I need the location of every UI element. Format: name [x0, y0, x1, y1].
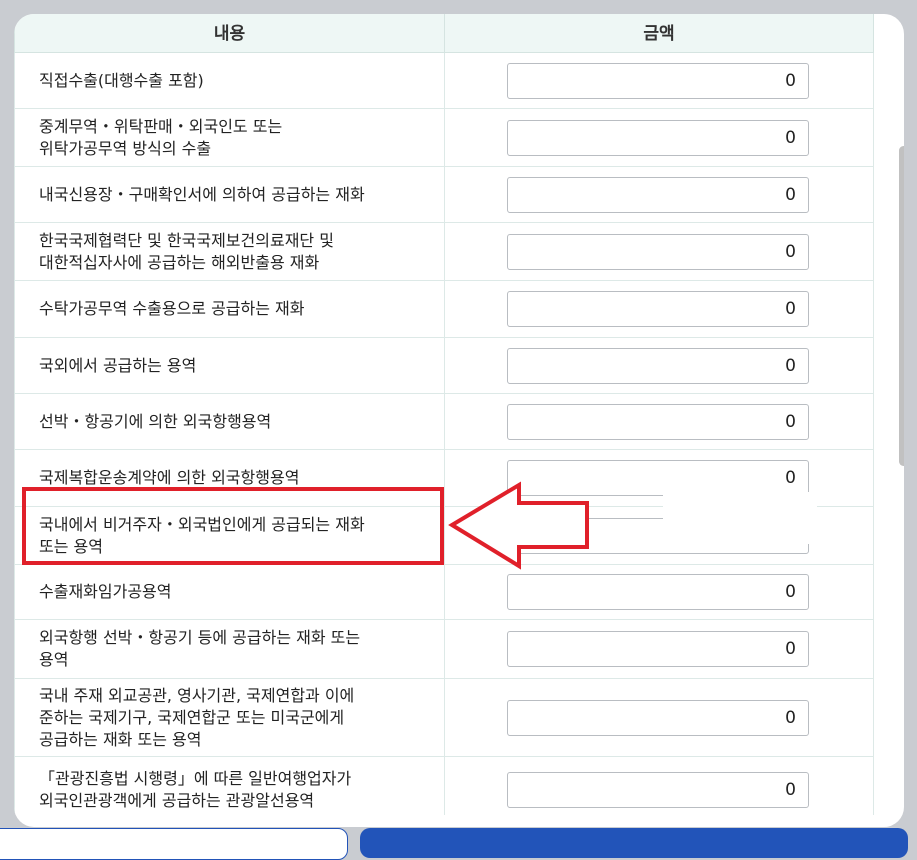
- table-row: 선박・항공기에 의한 외국항행용역: [14, 393, 874, 450]
- row-label-line: 수출재화임가공용역: [39, 582, 172, 601]
- modal-dialog: 내용 금액 직접수출(대행수출 포함) 중계무역・위탁판매・외국인도 또는위탁가공…: [14, 14, 904, 827]
- amount-cell: [444, 564, 874, 620]
- row-label-line: 내국신용장・구매확인서에 의하여 공급하는 재화: [39, 184, 365, 204]
- amount-cell: [444, 678, 874, 757]
- amount-cell: [444, 337, 874, 394]
- amount-input[interactable]: [507, 631, 809, 667]
- row-label-line: 국제복합운송계약에 의한 외국항행용역: [39, 468, 300, 487]
- row-label-line: 선박・항공기에 의한 외국항행용역: [39, 411, 272, 431]
- row-label-line: 국내 주재 외교공관, 영사기관, 국제연합과 이에: [39, 685, 355, 705]
- table-header-row: 내용 금액: [14, 14, 874, 53]
- row-label: 국제복합운송계약에 의한 외국항행용역: [14, 449, 445, 507]
- row-label: 수출재화임가공용역: [14, 564, 445, 620]
- amount-cell: [444, 108, 874, 167]
- row-label: 선박・항공기에 의한 외국항행용역: [14, 393, 445, 450]
- amount-cell: [444, 222, 874, 281]
- row-label: 외국항행 선박・항공기 등에 공급하는 재화 또는용역: [14, 619, 445, 679]
- amount-input[interactable]: [507, 460, 809, 496]
- amount-input[interactable]: [507, 119, 809, 156]
- row-label: 국내에서 비거주자・외국법인에게 공급되는 재화 또는 용역: [14, 506, 445, 565]
- table-row: 수출재화임가공용역: [14, 564, 874, 620]
- header-amount: 금액: [444, 14, 874, 53]
- table-row: 국외에서 공급하는 용역: [14, 337, 874, 394]
- table-row: 내국신용장・구매확인서에 의하여 공급하는 재화: [14, 166, 874, 223]
- row-label: 국외에서 공급하는 용역: [14, 337, 445, 394]
- zero-rate-table: 내용 금액 직접수출(대행수출 포함) 중계무역・위탁판매・외국인도 또는위탁가공…: [14, 14, 874, 815]
- amount-input[interactable]: [507, 233, 809, 270]
- row-label-line: 직접수출(대행수출 포함): [39, 70, 204, 90]
- amount-cell: [444, 506, 874, 565]
- amount-cell: [444, 449, 874, 507]
- amount-input[interactable]: [507, 347, 809, 384]
- table-row: 「관광진흥법 시행령」에 따른 일반여행업자가외국인관광객에게 공급하는 관광알…: [14, 756, 874, 815]
- vertical-scrollbar[interactable]: [899, 146, 904, 466]
- table-row: 수탁가공무역 수출용으로 공급하는 재화: [14, 280, 874, 338]
- table-row: 직접수출(대행수출 포함): [14, 52, 874, 109]
- amount-input[interactable]: [507, 176, 809, 213]
- amount-cell: [444, 756, 874, 815]
- row-label: 한국국제협력단 및 한국국제보건의료재단 및 대한적십자사에 공급하는 해외반출용…: [14, 222, 445, 281]
- row-label-line: 수탁가공무역 수출용으로 공급하는 재화: [39, 299, 305, 318]
- row-label: 국내 주재 외교공관, 영사기관, 국제연합과 이에 준하는 국제기구, 국제연합…: [14, 678, 445, 757]
- row-label-line: 용역: [39, 650, 69, 669]
- amount-input[interactable]: [507, 574, 809, 610]
- table-row: 중계무역・위탁판매・외국인도 또는 위탁가공무역 방식의 수출: [14, 108, 874, 167]
- header-content: 내용: [14, 14, 445, 53]
- row-label: 직접수출(대행수출 포함): [14, 52, 445, 109]
- row-label-line: 또는 용역: [39, 536, 103, 556]
- amount-input[interactable]: [507, 699, 809, 736]
- amount-cell: [444, 52, 874, 109]
- amount-input[interactable]: [507, 517, 809, 554]
- row-label-line: 공급하는 재화 또는 용역: [39, 729, 202, 749]
- amount-input[interactable]: [507, 62, 809, 99]
- table-row: 외국항행 선박・항공기 등에 공급하는 재화 또는용역: [14, 619, 874, 679]
- amount-input[interactable]: [507, 403, 809, 440]
- row-label-line: 「관광진흥법 시행령」에 따른 일반여행업자가: [39, 769, 352, 788]
- row-label-line: 위탁가공무역 방식의 수출: [39, 138, 212, 158]
- amount-cell: [444, 280, 874, 338]
- row-label-line: 외국인관광객에게 공급하는 관광알선용역: [39, 791, 315, 810]
- confirm-button[interactable]: [360, 828, 908, 858]
- cancel-button[interactable]: [0, 828, 348, 860]
- zero-rate-table-container: 내용 금액 직접수출(대행수출 포함) 중계무역・위탁판매・외국인도 또는위탁가공…: [14, 14, 874, 815]
- table-row: 국제복합운송계약에 의한 외국항행용역: [14, 449, 874, 507]
- table-row: 국내에서 비거주자・외국법인에게 공급되는 재화 또는 용역: [14, 506, 874, 565]
- amount-cell: [444, 166, 874, 223]
- row-label: 내국신용장・구매확인서에 의하여 공급하는 재화: [14, 166, 445, 223]
- row-label-line: 국외에서 공급하는 용역: [39, 355, 197, 375]
- amount-cell: [444, 393, 874, 450]
- row-label: 수탁가공무역 수출용으로 공급하는 재화: [14, 280, 445, 338]
- amount-cell: [444, 619, 874, 679]
- row-label-line: 대한적십자사에 공급하는 해외반출용 재화: [39, 252, 320, 272]
- amount-input[interactable]: [507, 291, 809, 327]
- row-label: 「관광진흥법 시행령」에 따른 일반여행업자가외국인관광객에게 공급하는 관광알…: [14, 756, 445, 815]
- row-label-line: 외국항행 선박・항공기 등에 공급하는 재화 또는: [39, 628, 361, 647]
- amount-input[interactable]: [507, 772, 809, 808]
- row-label-line: 한국국제협력단 및 한국국제보건의료재단 및: [39, 230, 334, 250]
- table-row: 국내 주재 외교공관, 영사기관, 국제연합과 이에 준하는 국제기구, 국제연합…: [14, 678, 874, 757]
- row-label-line: 국내에서 비거주자・외국법인에게 공급되는 재화: [39, 514, 365, 534]
- row-label-line: 중계무역・위탁판매・외국인도 또는: [39, 116, 283, 136]
- row-label-line: 준하는 국제기구, 국제연합군 또는 미국군에게: [39, 707, 345, 727]
- row-label: 중계무역・위탁판매・외국인도 또는 위탁가공무역 방식의 수출: [14, 108, 445, 167]
- table-row: 한국국제협력단 및 한국국제보건의료재단 및 대한적십자사에 공급하는 해외반출용…: [14, 222, 874, 281]
